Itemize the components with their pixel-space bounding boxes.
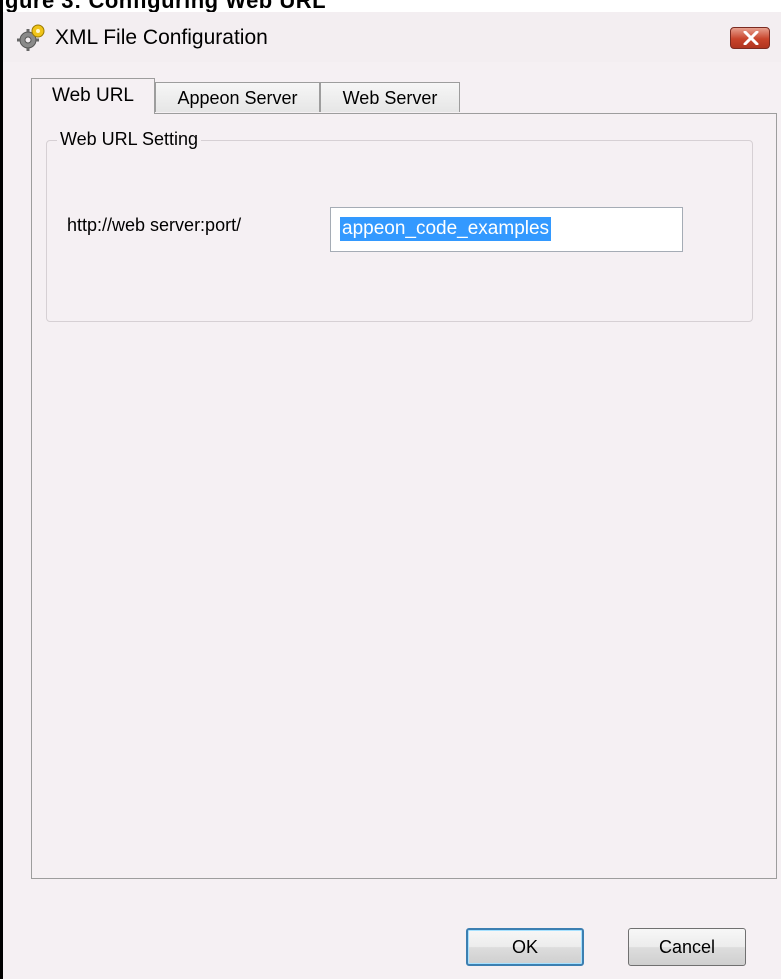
close-icon — [743, 31, 759, 45]
tab-label: Appeon Server — [177, 88, 298, 108]
tab-label: Web Server — [342, 88, 438, 108]
window-title: XML File Configuration — [55, 26, 268, 49]
web-url-setting-group: Web URL Setting http://web server:port/ … — [46, 129, 753, 322]
gear-icon — [17, 22, 47, 52]
url-prefix-label: http://web server:port/ — [67, 215, 242, 235]
ok-button[interactable]: OK — [466, 928, 584, 966]
tab-panel-web-url: Web URL Setting http://web server:port/ … — [31, 113, 777, 879]
cancel-button[interactable]: Cancel — [628, 928, 746, 966]
caption-text: gure 3: Configuring Web URL — [5, 0, 326, 12]
tab-label: Web URL — [51, 85, 134, 106]
dialog-window: gure 3: Configuring Web URL XML File Con… — [0, 0, 781, 979]
document-caption: gure 3: Configuring Web URL — [3, 0, 781, 12]
tab-web-url[interactable]: Web URL — [31, 78, 155, 114]
group-title: Web URL Setting — [57, 129, 202, 150]
ok-label: OK — [511, 937, 538, 957]
tab-web-server[interactable]: Web Server — [320, 82, 460, 112]
title-bar[interactable]: XML File Configuration — [3, 12, 781, 62]
cancel-label: Cancel — [658, 937, 716, 957]
web-url-value: appeon_code_examples — [340, 217, 552, 241]
tab-appeon-server[interactable]: Appeon Server — [155, 82, 320, 112]
web-url-input[interactable]: appeon_code_examples — [330, 207, 683, 252]
close-button[interactable] — [730, 27, 770, 49]
